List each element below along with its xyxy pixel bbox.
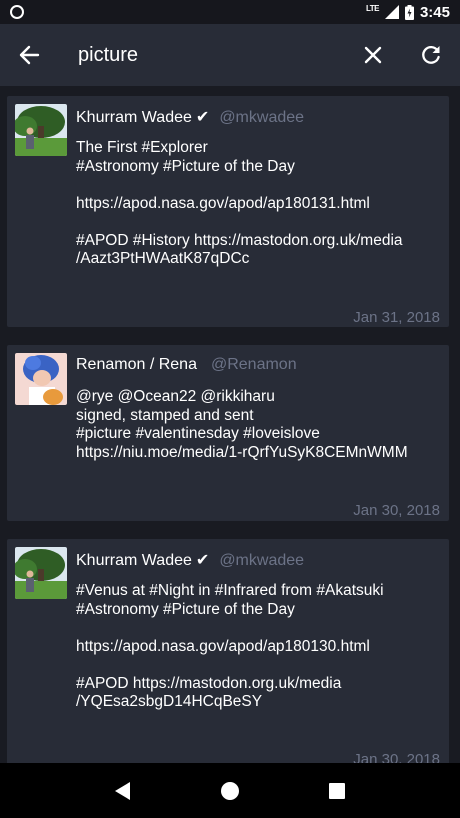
avatar[interactable] [15,104,67,156]
nav-home-button[interactable] [210,771,250,811]
search-input[interactable] [58,35,344,75]
search-results-list: Khurram Wadee ✔ @mkwadee The First #Explor… [0,86,460,763]
status-card[interactable]: Renamon / Rena @Renamon @rye @Ocean22 @ri… [7,345,449,521]
clear-search-button[interactable] [344,24,402,86]
status-date: Jan 30, 2018 [353,502,440,519]
refresh-icon [422,46,440,64]
display-name[interactable]: Khurram Wadee [76,109,192,126]
status-content[interactable]: @rye @Ocean22 @rikkiharu signed, stamped… [76,388,441,462]
account-handle[interactable]: @mkwadee [219,552,304,569]
search-toolbar [0,24,460,86]
back-button[interactable] [0,24,58,86]
battery-icon [404,4,414,20]
close-icon [364,46,382,64]
nav-recents-button[interactable] [317,771,357,811]
status-card[interactable]: Khurram Wadee ✔ @mkwadee #Venus at #Night … [7,539,449,763]
status-indicators: LTE 3:45 [366,4,450,21]
status-header: Khurram Wadee ✔ @mkwadee [76,107,304,127]
avatar[interactable] [15,547,67,599]
status-content[interactable]: The First #Explorer #Astronomy #Picture … [76,139,441,269]
verified-badge: ✔ [195,552,210,569]
status-card[interactable]: Khurram Wadee ✔ @mkwadee The First #Explor… [7,96,449,327]
status-header: Khurram Wadee ✔ @mkwadee [76,550,304,570]
avatar[interactable] [15,353,67,405]
status-bar: LTE 3:45 [0,0,460,24]
notification-icon [10,5,24,19]
clock: 3:45 [419,3,450,21]
nav-back-button[interactable] [103,771,143,811]
status-date: Jan 30, 2018 [353,751,440,763]
signal-icon [384,5,399,19]
account-handle[interactable]: @Renamon [211,356,297,373]
status-content[interactable]: #Venus at #Night in #Infrared from #Akat… [76,582,441,712]
nav-home-icon [220,781,239,800]
lte-label: LTE [365,3,380,13]
display-name[interactable]: Khurram Wadee [76,552,192,569]
status-header: Renamon / Rena @Renamon [76,356,297,374]
nav-recents-icon [328,782,345,799]
system-nav-bar [0,763,460,818]
account-handle[interactable]: @mkwadee [219,109,304,126]
refresh-button[interactable] [402,24,460,86]
verified-badge: ✔ [195,109,210,126]
arrow-left-icon [19,45,40,65]
display-name[interactable]: Renamon / Rena [76,356,197,373]
nav-back-icon [115,781,131,800]
status-date: Jan 31, 2018 [353,309,440,326]
